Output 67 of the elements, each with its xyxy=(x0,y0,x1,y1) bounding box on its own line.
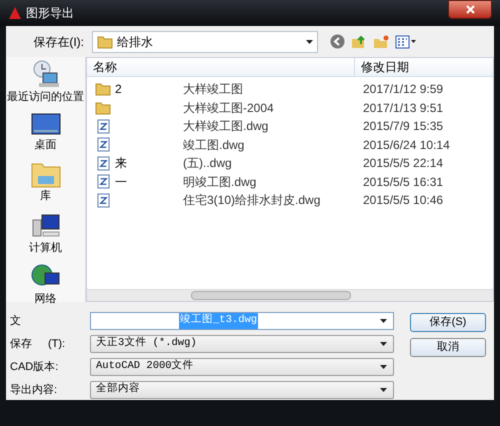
field-label: 保存 xyxy=(10,336,32,352)
document-icon xyxy=(96,156,110,171)
dropdown[interactable]: AutoCAD 2000文件 xyxy=(90,358,394,376)
computer-icon xyxy=(30,212,60,240)
save-button[interactable]: 保存(S) xyxy=(410,313,486,332)
file-row[interactable]: 大样竣工图.dwg 2015/7/9 15:35 xyxy=(87,117,493,136)
app-logo-icon xyxy=(8,6,22,20)
file-row[interactable]: 住宅3(10)给排水封皮.dwg 2015/5/5 10:46 xyxy=(87,191,493,210)
file-row[interactable]: 2 大样竣工图 2017/1/12 9:59 xyxy=(87,80,493,98)
file-row[interactable]: 竣工图.dwg 2015/6/24 10:14 xyxy=(87,136,493,154)
file-name: 住宅3(10)给排水封皮.dwg xyxy=(183,192,320,210)
close-button[interactable] xyxy=(448,0,492,19)
modified-date: 2017/1/12 9:59 xyxy=(362,81,444,98)
file-name: 大样竣工图.dwg xyxy=(183,118,268,136)
column-header[interactable]: 名称 xyxy=(87,58,355,76)
document-icon xyxy=(96,174,110,190)
document-icon xyxy=(96,192,110,208)
dropdown-caret-icon xyxy=(380,342,387,346)
field-label: 文 xyxy=(10,314,21,329)
places-item[interactable]: 网络 xyxy=(30,263,60,308)
file-row[interactable]: 来 (五)..dwg 2015/5/5 22:14 xyxy=(87,154,493,172)
field-label: CAD版本: xyxy=(10,360,58,375)
document-icon xyxy=(96,137,110,152)
modified-date: 2015/5/5 16:31 xyxy=(362,174,444,191)
column-header[interactable]: 修改日期 xyxy=(355,58,493,76)
dropdown[interactable]: 全部内容 xyxy=(90,381,394,399)
file-name-fragment: 2 xyxy=(115,82,122,96)
file-name: 大样竣工图-2004 xyxy=(183,100,274,117)
modified-date: 2015/5/5 10:46 xyxy=(362,192,444,210)
document-icon xyxy=(96,118,110,134)
modified-date: 2015/5/5 22:14 xyxy=(362,155,444,172)
places-item[interactable]: 桌面 xyxy=(30,112,60,153)
folder-dropdown[interactable]: 给排水 xyxy=(92,30,318,52)
field-label: 导出内容: xyxy=(10,382,58,398)
folder-icon xyxy=(97,34,113,48)
file-row[interactable]: 一 明竣工图.dwg 2015/5/5 16:31 xyxy=(87,172,493,191)
close-icon xyxy=(466,5,474,14)
file-row[interactable]: 大样竣工图-2004 2017/1/13 9:51 xyxy=(87,98,493,117)
dropdown-caret-icon xyxy=(380,319,387,323)
file-name: (五)..dwg xyxy=(183,155,232,172)
folder-icon xyxy=(95,82,111,96)
up-folder-icon[interactable] xyxy=(351,34,367,49)
horizontal-scrollbar[interactable] xyxy=(87,289,493,301)
file-name: 竣工图.dwg xyxy=(183,136,244,154)
file-name: 明竣工图.dwg xyxy=(183,174,256,191)
file-name-fragment: 一 xyxy=(115,174,127,189)
file-name-fragment: 来 xyxy=(115,156,127,170)
new-folder-icon[interactable] xyxy=(373,34,389,48)
save-in-label: 保存在(I): xyxy=(32,34,85,50)
clock-monitor-icon xyxy=(30,59,60,89)
dropdown-caret-icon xyxy=(380,365,387,369)
modified-date: 2017/1/13 9:51 xyxy=(362,100,444,117)
folder-icon xyxy=(95,100,111,115)
places-item[interactable]: 最近访问的位置 xyxy=(7,59,84,106)
modified-date: 2015/6/24 10:14 xyxy=(362,136,450,154)
dropdown-caret-icon xyxy=(306,40,313,44)
view-menu-icon[interactable] xyxy=(395,34,417,48)
dropdown-caret-icon xyxy=(380,388,387,392)
modified-date: 2015/7/9 15:35 xyxy=(362,118,444,136)
cancel-button[interactable]: 取消 xyxy=(410,338,486,357)
dropdown[interactable]: 天正3文件 (*.dwg) xyxy=(90,335,394,353)
file-name: 大样竣工图 xyxy=(183,81,243,98)
places-item[interactable]: 计算机 xyxy=(29,212,62,256)
desktop-icon xyxy=(30,112,60,136)
places-item[interactable]: 库 xyxy=(30,160,60,204)
window-title: 图形导出 xyxy=(26,5,74,22)
field-label-fragment: (T): xyxy=(48,336,66,352)
